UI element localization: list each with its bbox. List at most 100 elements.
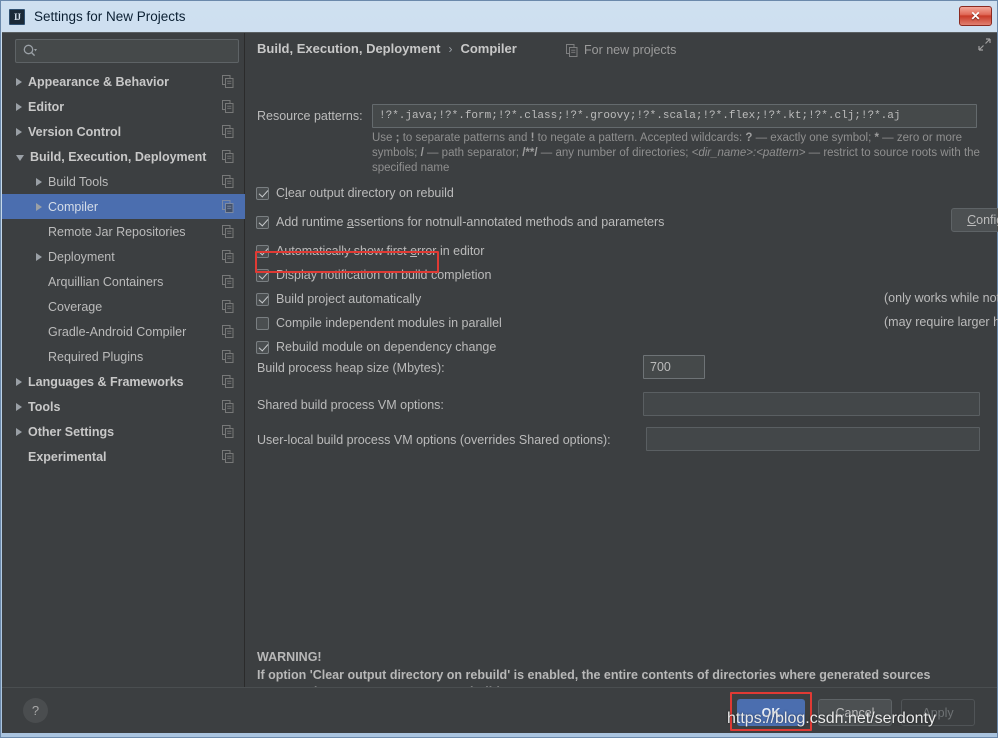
sidebar-item-version-control[interactable]: Version Control: [2, 119, 245, 144]
chevron-right-icon[interactable]: [16, 77, 22, 86]
sidebar-item-label: Build, Execution, Deployment: [30, 149, 207, 164]
compiler-settings-pane: Build, Execution, Deployment › Compiler …: [246, 33, 998, 699]
copy-settings-icon[interactable]: [222, 125, 234, 138]
help-double-star: /**/: [522, 147, 538, 159]
sidebar-item-coverage[interactable]: Coverage: [2, 294, 245, 319]
sidebar-item-other-settings[interactable]: Other Settings: [2, 419, 245, 444]
copy-settings-icon[interactable]: [222, 225, 234, 238]
shared-vm-options-input[interactable]: [643, 392, 980, 416]
copy-settings-icon[interactable]: [222, 250, 234, 263]
checkbox-label: Rebuild module on dependency change: [276, 340, 496, 354]
chevron-right-icon[interactable]: [36, 177, 42, 186]
copy-settings-icon[interactable]: [222, 425, 234, 438]
checkbox-checked-icon[interactable]: [256, 340, 269, 354]
checkbox-automatically-show-first-error-in-editor[interactable]: Automatically show first error in editor: [256, 241, 484, 261]
configure-annotations-button[interactable]: Configure annotations...: [951, 208, 998, 232]
copy-settings-icon[interactable]: [222, 100, 234, 113]
cancel-button[interactable]: Cancel: [818, 699, 892, 726]
label-part: Compile independent modules in parallel: [276, 316, 502, 330]
copy-settings-icon[interactable]: [222, 150, 234, 163]
sidebar-item-deployment[interactable]: Deployment: [2, 244, 245, 269]
checkbox-build-project-automatically[interactable]: Build project automatically: [256, 289, 421, 309]
mnemonic-letter: e: [410, 244, 418, 258]
help-text: Use: [372, 132, 396, 144]
sidebar-item-label: Experimental: [28, 449, 107, 464]
userlocal-vm-options-input[interactable]: [646, 427, 980, 451]
ok-button[interactable]: OK: [737, 699, 805, 726]
checkbox-checked-icon[interactable]: [256, 292, 269, 306]
checkbox-add-runtime-assertions[interactable]: Add runtime assertions for notnull-annot…: [256, 212, 664, 232]
resource-patterns-field[interactable]: !?*.java;!?*.form;!?*.class;!?*.groovy;!…: [372, 104, 977, 128]
checkbox-checked-icon[interactable]: [256, 186, 269, 200]
warning-title: WARNING!: [257, 650, 322, 664]
sidebar-item-languages-frameworks[interactable]: Languages & Frameworks: [2, 369, 245, 394]
sidebar-item-remote-jar-repositories[interactable]: Remote Jar Repositories: [2, 219, 245, 244]
sidebar-item-label: Arquillian Containers: [48, 274, 164, 289]
window-title: Settings for New Projects: [34, 9, 186, 24]
checkbox-checked-icon[interactable]: [256, 215, 269, 229]
sidebar-item-build-execution-deployment[interactable]: Build, Execution, Deployment: [2, 144, 245, 169]
dialog-footer: ? OK Cancel Apply: [2, 687, 997, 733]
resource-patterns-help: Use ; to separate patterns and ! to nega…: [372, 131, 982, 176]
label-part: ssertions for notnull-annotated methods …: [353, 215, 665, 229]
copy-settings-icon[interactable]: [222, 175, 234, 188]
sidebar-item-compiler[interactable]: Compiler: [2, 194, 245, 219]
copy-settings-icon[interactable]: [222, 300, 234, 313]
sidebar-item-build-tools[interactable]: Build Tools: [2, 169, 245, 194]
close-icon[interactable]: ✕: [959, 6, 992, 26]
title-bar: IJ Settings for New Projects ✕: [1, 1, 997, 32]
copy-settings-icon[interactable]: [222, 200, 234, 213]
help-text: to negate a pattern. Accepted wildcards:: [534, 132, 746, 144]
breadcrumb: Build, Execution, Deployment › Compiler: [257, 41, 517, 56]
checkbox-checked-icon[interactable]: [256, 244, 269, 258]
checkbox-rebuild-module-on-dependency-change[interactable]: Rebuild module on dependency change: [256, 337, 496, 357]
copy-settings-icon[interactable]: [222, 275, 234, 288]
sidebar-item-tools[interactable]: Tools: [2, 394, 245, 419]
checkbox-label: Clear output directory on rebuild: [276, 186, 454, 200]
resource-patterns-value: !?*.java;!?*.form;!?*.class;!?*.groovy;!…: [379, 110, 901, 122]
help-text: — zero or: [878, 132, 933, 144]
copy-settings-icon[interactable]: [222, 400, 234, 413]
sidebar-item-label: Required Plugins: [48, 349, 144, 364]
search-input[interactable]: [15, 39, 239, 63]
copy-settings-icon[interactable]: [222, 75, 234, 88]
chevron-right-icon[interactable]: [36, 202, 42, 211]
checkbox-checked-icon[interactable]: [256, 268, 269, 282]
sidebar-item-editor[interactable]: Editor: [2, 94, 245, 119]
expand-icon[interactable]: [978, 38, 991, 51]
sidebar-item-label: Version Control: [28, 124, 122, 139]
chevron-right-icon[interactable]: [16, 102, 22, 111]
sidebar-item-experimental[interactable]: Experimental: [2, 444, 245, 469]
intellij-idea-icon: IJ: [9, 8, 25, 25]
sidebar-item-appearance-behavior[interactable]: Appearance & Behavior: [2, 69, 245, 94]
help-button[interactable]: ?: [23, 698, 48, 723]
chevron-right-icon[interactable]: [16, 127, 22, 136]
mnemonic-letter: a: [346, 215, 354, 229]
chevron-right-icon[interactable]: [16, 402, 22, 411]
copy-settings-icon[interactable]: [222, 450, 234, 463]
checkbox-display-notification-on-build-completion[interactable]: Display notification on build completion: [256, 265, 491, 285]
checkbox-clear-output-directory-on-rebuild[interactable]: Clear output directory on rebuild: [256, 183, 454, 203]
copy-settings-icon[interactable]: [222, 350, 234, 363]
sidebar-item-required-plugins[interactable]: Required Plugins: [2, 344, 245, 369]
copy-settings-icon[interactable]: [222, 325, 234, 338]
chevron-right-icon[interactable]: [16, 377, 22, 386]
chevron-right-icon[interactable]: [16, 427, 22, 436]
checkbox-label: Automatically show first error in editor: [276, 244, 484, 258]
copy-settings-icon: [566, 43, 578, 57]
chevron-right-icon[interactable]: [36, 252, 42, 261]
checkbox-compile-independent-modules-in-parallel[interactable]: Compile independent modules in parallel: [256, 313, 502, 333]
copy-settings-icon[interactable]: [222, 375, 234, 388]
sidebar-item-gradle-android-compiler[interactable]: Gradle-Android Compiler: [2, 319, 245, 344]
settings-window: IJ Settings for New Projects ✕ Appearanc…: [0, 0, 998, 738]
checkbox-unchecked-icon[interactable]: [256, 316, 269, 330]
breadcrumb-root[interactable]: Build, Execution, Deployment: [257, 41, 440, 56]
chevron-down-icon[interactable]: [16, 155, 24, 161]
checkbox-label: Add runtime assertions for notnull-annot…: [276, 215, 664, 229]
sidebar-item-arquillian-containers[interactable]: Arquillian Containers: [2, 269, 245, 294]
heap-size-input[interactable]: [643, 355, 705, 379]
checkbox-label: Display notification on build completion: [276, 268, 491, 282]
sidebar-item-label: Compiler: [48, 199, 99, 214]
